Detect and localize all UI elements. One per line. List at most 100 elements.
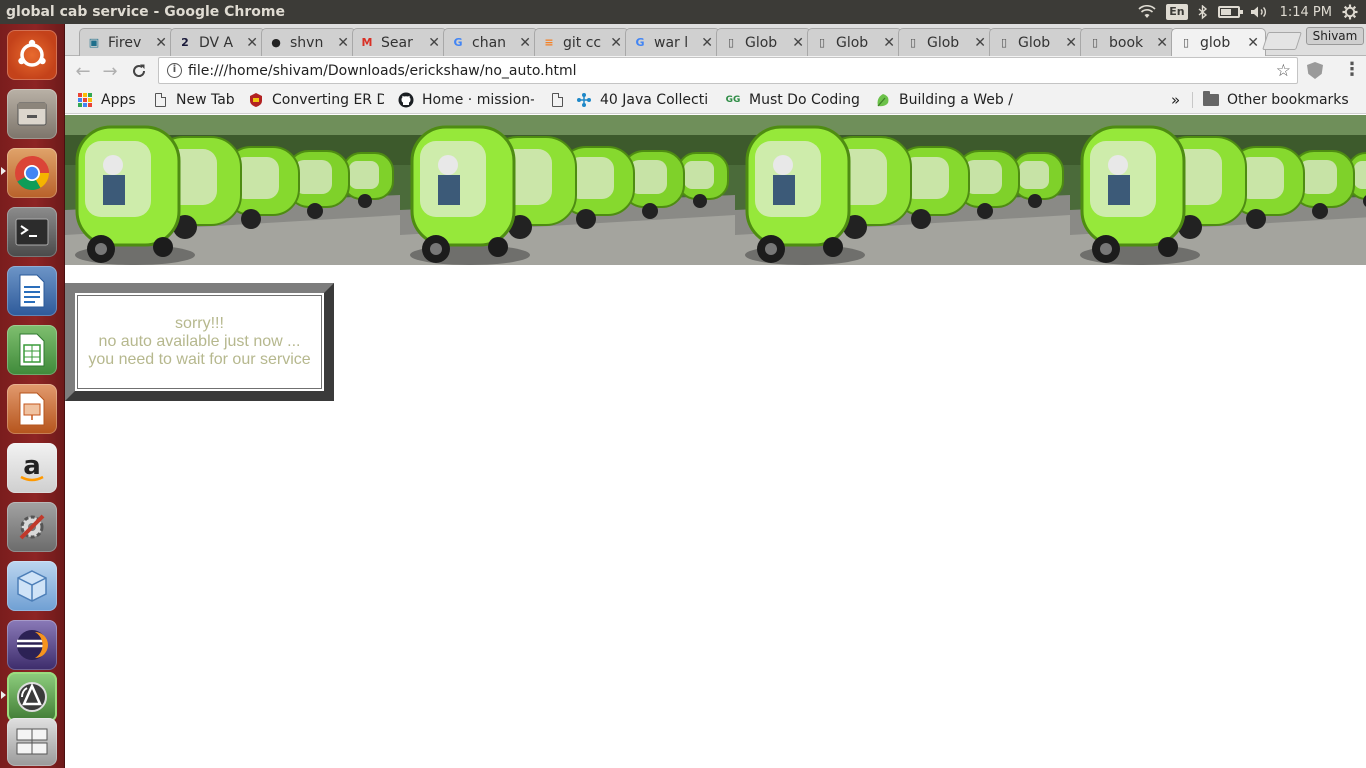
no-auto-notice-box: sorry!!! no auto available just now ... … — [65, 283, 334, 401]
eclipse-icon[interactable] — [7, 620, 57, 670]
volume-icon[interactable] — [1250, 5, 1270, 19]
tab-close-icon[interactable]: ✕ — [1247, 35, 1259, 51]
workspace-switcher-icon[interactable] — [7, 718, 57, 766]
bookmark-building-web[interactable]: Building a Web / — [875, 91, 1015, 109]
leaf-icon — [875, 92, 891, 108]
bookmark-must-do-coding[interactable]: GG Must Do Coding — [725, 91, 865, 109]
bookmark-label: Building a Web / — [899, 92, 1013, 108]
browser-tab[interactable]: ▣ Firev ✕ — [79, 28, 174, 56]
er-diagram-icon — [248, 92, 264, 108]
browser-tab[interactable]: ▯ Glob ✕ — [989, 28, 1084, 56]
bookmark-star-icon[interactable]: ☆ — [1276, 61, 1291, 81]
bluetooth-icon[interactable] — [1198, 4, 1208, 20]
tab-title: book — [1109, 34, 1144, 51]
firefox-tab-icon: ▣ — [88, 36, 100, 49]
github-icon: ● — [271, 36, 281, 49]
tab-close-icon[interactable]: ✕ — [792, 35, 804, 51]
tab-title: glob — [1200, 34, 1231, 51]
back-button[interactable]: ← — [69, 57, 97, 85]
stackoverflow-icon: ≡ — [544, 36, 554, 49]
browser-tab[interactable]: ▯ glob ✕ — [1171, 28, 1266, 56]
ubuntu-dash-icon[interactable] — [7, 30, 57, 80]
page-icon: ▯ — [1182, 36, 1190, 49]
bookmark-java-collections[interactable]: 40 Java Collecti — [576, 91, 714, 109]
browser-tab[interactable]: ● shvn ✕ — [261, 28, 356, 56]
browser-tab[interactable]: Gchan ✕ — [443, 28, 538, 56]
browser-tab[interactable]: ▯ book ✕ — [1080, 28, 1175, 56]
tab-close-icon[interactable]: ✕ — [701, 35, 713, 51]
keyboard-layout-indicator[interactable]: En — [1166, 4, 1188, 20]
bookmark-apps[interactable]: Apps — [77, 91, 136, 109]
tab-close-icon[interactable]: ✕ — [974, 35, 986, 51]
tab-title: war l — [654, 34, 689, 51]
chrome-menu-icon[interactable]: ⋮ — [1343, 59, 1361, 80]
battery-icon[interactable] — [1217, 6, 1243, 18]
tab-title: chan — [472, 34, 507, 51]
browser-tab[interactable]: 2 DV A ✕ — [170, 28, 265, 56]
erickshaw-photo — [400, 115, 735, 265]
page-icon: ▯ — [909, 36, 917, 49]
forward-button[interactable]: → — [96, 57, 124, 85]
browser-tab[interactable]: ▯ Glob ✕ — [898, 28, 993, 56]
page-icon — [549, 92, 565, 108]
page-icon: ▯ — [1091, 36, 1099, 49]
bookmark-new-tab[interactable]: New Tab — [152, 91, 242, 109]
tab-close-icon[interactable]: ✕ — [246, 35, 258, 51]
info-icon[interactable]: i — [167, 63, 182, 78]
chrome-toolbar: ← → i file:///home/shivam/Downloads/eric… — [65, 56, 1366, 86]
amazon-icon[interactable]: a — [7, 443, 57, 493]
browser-tab[interactable]: Gwar l ✕ — [625, 28, 720, 56]
reload-button[interactable] — [125, 57, 153, 85]
erickshaw-photo — [735, 115, 1070, 265]
settings-gear-icon[interactable] — [1342, 4, 1358, 20]
arrow-right-icon: → — [102, 60, 118, 82]
tab-close-icon[interactable]: ✕ — [428, 35, 440, 51]
tab-close-icon[interactable]: ✕ — [1156, 35, 1168, 51]
new-tab-button[interactable] — [1262, 32, 1302, 50]
profile-button[interactable]: Shivam — [1306, 27, 1364, 45]
page-icon — [152, 92, 168, 108]
tab-close-icon[interactable]: ✕ — [519, 35, 531, 51]
bookmark-other-bookmarks[interactable]: Other bookmarks — [1203, 91, 1349, 109]
page-icon: ▯ — [818, 36, 826, 49]
chrome-icon[interactable] — [7, 148, 57, 198]
system-settings-icon[interactable] — [7, 502, 57, 552]
clock[interactable]: 1:14 PM — [1280, 5, 1332, 20]
erickshaw-banner — [65, 115, 1366, 265]
browser-tab[interactable]: ▯ Glob ✕ — [716, 28, 811, 56]
wifi-icon[interactable] — [1138, 5, 1156, 19]
browser-tab[interactable]: ≡ git cc ✕ — [534, 28, 629, 56]
bookmark-converting-er[interactable]: Converting ER D — [248, 91, 384, 109]
tab-title: git cc — [563, 34, 602, 51]
address-bar[interactable]: i file:///home/shivam/Downloads/ericksha… — [158, 57, 1298, 84]
page-icon: ▯ — [727, 36, 735, 49]
browser-tab[interactable]: M Sear ✕ — [352, 28, 447, 56]
notice-inner-frame: sorry!!! no auto available just now ... … — [77, 295, 322, 389]
page-icon: ▯ — [1000, 36, 1008, 49]
github-icon — [398, 92, 414, 108]
tab-close-icon[interactable]: ✕ — [337, 35, 349, 51]
tab-title: Firev — [108, 34, 142, 51]
bookmark-untitled[interactable] — [549, 91, 567, 109]
tab-close-icon[interactable]: ✕ — [155, 35, 167, 51]
tab-close-icon[interactable]: ✕ — [883, 35, 895, 51]
virtualbox-icon[interactable] — [7, 561, 57, 611]
bookmark-label: Converting ER D — [272, 92, 384, 108]
libreoffice-writer-icon[interactable] — [7, 266, 57, 316]
terminal-icon[interactable] — [7, 207, 57, 257]
browser-tab[interactable]: ▯ Glob ✕ — [807, 28, 902, 56]
tab-close-icon[interactable]: ✕ — [610, 35, 622, 51]
bookmarks-overflow-chevron[interactable]: » — [1171, 91, 1180, 109]
extension-shield-icon[interactable] — [1307, 62, 1323, 79]
running-indicator — [1, 167, 6, 175]
libreoffice-calc-icon[interactable] — [7, 325, 57, 375]
url-text[interactable]: file:///home/shivam/Downloads/erickshaw/… — [188, 63, 1276, 79]
running-indicator — [1, 691, 6, 699]
software-updater-icon[interactable] — [7, 672, 57, 722]
bookmark-github-home[interactable]: Home · mission- — [398, 91, 534, 109]
files-icon[interactable] — [7, 89, 57, 139]
tab-close-icon[interactable]: ✕ — [1065, 35, 1077, 51]
libreoffice-impress-icon[interactable] — [7, 384, 57, 434]
window-title: global cab service - Google Chrome — [6, 4, 285, 20]
google-icon: G — [635, 36, 645, 49]
